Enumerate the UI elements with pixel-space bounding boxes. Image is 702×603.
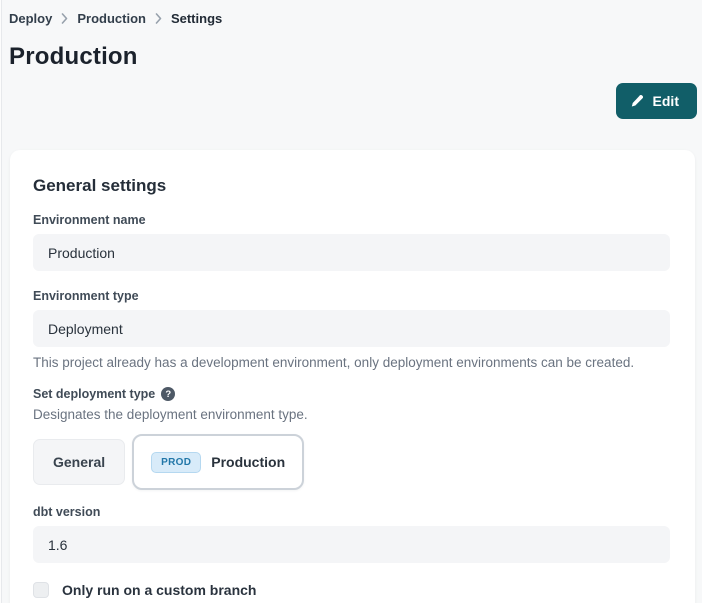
- page-title: Production: [9, 43, 702, 71]
- environment-type-input[interactable]: [33, 310, 670, 347]
- chevron-right-icon: [155, 13, 162, 24]
- general-option-label: General: [53, 454, 105, 470]
- environment-settings-page: Deploy Production Settings Production Ed…: [0, 0, 702, 603]
- environment-name-label: Environment name: [33, 213, 670, 227]
- deployment-type-option-production[interactable]: PROD Production: [132, 434, 304, 490]
- deployment-type-toggle: General PROD Production: [33, 434, 670, 490]
- custom-branch-checkbox[interactable]: [33, 582, 49, 598]
- chevron-right-icon: [61, 13, 68, 24]
- environment-type-label: Environment type: [33, 289, 670, 303]
- deployment-type-label: Set deployment type: [33, 387, 155, 401]
- environment-name-input[interactable]: [33, 234, 670, 271]
- pencil-icon: [630, 94, 644, 108]
- breadcrumb-production[interactable]: Production: [77, 11, 146, 26]
- custom-branch-row: Only run on a custom branch: [33, 582, 670, 598]
- help-icon[interactable]: ?: [161, 387, 175, 401]
- prod-badge: PROD: [151, 452, 201, 473]
- edit-button-label: Edit: [653, 93, 679, 109]
- deployment-type-option-general[interactable]: General: [33, 439, 125, 485]
- deployment-type-description: Designates the deployment environment ty…: [33, 407, 670, 422]
- edit-button[interactable]: Edit: [616, 83, 697, 119]
- dbt-version-input[interactable]: [33, 526, 670, 563]
- breadcrumb-deploy[interactable]: Deploy: [9, 11, 52, 26]
- left-edge-divider: [0, 0, 2, 603]
- breadcrumb-settings: Settings: [171, 11, 222, 26]
- deployment-type-label-row: Set deployment type ?: [33, 387, 670, 401]
- section-title: General settings: [33, 176, 670, 196]
- custom-branch-label[interactable]: Only run on a custom branch: [62, 582, 256, 598]
- general-settings-card: General settings Environment name Enviro…: [10, 150, 695, 603]
- environment-type-helper: This project already has a development e…: [33, 355, 670, 370]
- production-option-label: Production: [211, 454, 285, 470]
- dbt-version-label: dbt version: [33, 505, 670, 519]
- breadcrumb: Deploy Production Settings: [0, 0, 702, 26]
